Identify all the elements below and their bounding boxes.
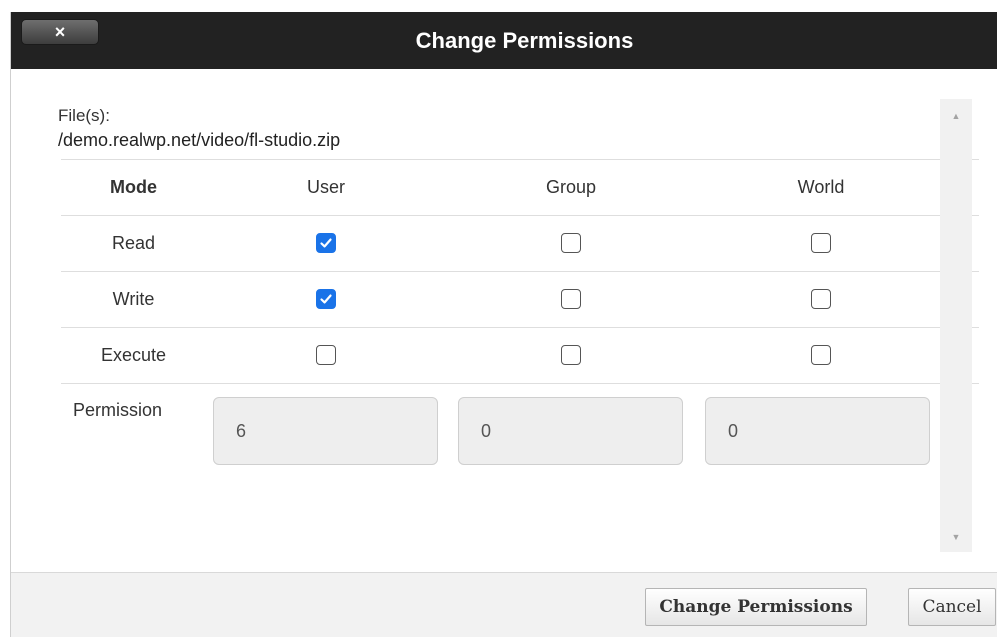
execute-group-checkbox[interactable] <box>561 345 581 365</box>
permission-label: Permission <box>73 400 163 420</box>
header-world: World <box>797 176 845 197</box>
execute-user-checkbox[interactable] <box>316 345 336 365</box>
execute-world-checkbox[interactable] <box>811 345 831 365</box>
change-permissions-button[interactable]: Change Permissions <box>645 588 867 626</box>
dialog-titlebar: Change Permissions × <box>11 12 997 69</box>
read-user-checkbox[interactable] <box>316 233 336 253</box>
cancel-button[interactable]: Cancel <box>908 588 996 626</box>
scroll-up-icon[interactable]: ▲ <box>940 107 972 125</box>
change-permissions-dialog: Change Permissions × File(s): /demo.real… <box>10 12 997 637</box>
permission-group-field[interactable]: 0 <box>458 397 683 465</box>
dialog-title: Change Permissions <box>415 27 634 53</box>
file-path: /demo.realwp.net/video/fl-studio.zip <box>58 130 341 150</box>
row-label-write: Write <box>112 288 155 309</box>
checkmark-icon <box>320 294 332 304</box>
header-mode: Mode <box>110 176 157 197</box>
scroll-down-icon[interactable]: ▼ <box>940 528 972 546</box>
close-icon: × <box>54 22 66 42</box>
close-button[interactable]: × <box>21 19 99 45</box>
vertical-scrollbar[interactable]: ▲ ▼ <box>940 99 972 552</box>
header-group: Group <box>545 176 597 197</box>
permission-user-field[interactable]: 6 <box>213 397 438 465</box>
files-label: File(s): <box>58 106 110 125</box>
checkmark-icon <box>320 238 332 248</box>
read-group-checkbox[interactable] <box>561 233 581 253</box>
row-label-execute: Execute <box>100 344 167 365</box>
write-user-checkbox[interactable] <box>316 289 336 309</box>
write-group-checkbox[interactable] <box>561 289 581 309</box>
row-label-read: Read <box>111 232 156 253</box>
permission-world-field[interactable]: 0 <box>705 397 930 465</box>
read-world-checkbox[interactable] <box>811 233 831 253</box>
header-user: User <box>306 176 345 197</box>
write-world-checkbox[interactable] <box>811 289 831 309</box>
divider <box>61 383 979 384</box>
